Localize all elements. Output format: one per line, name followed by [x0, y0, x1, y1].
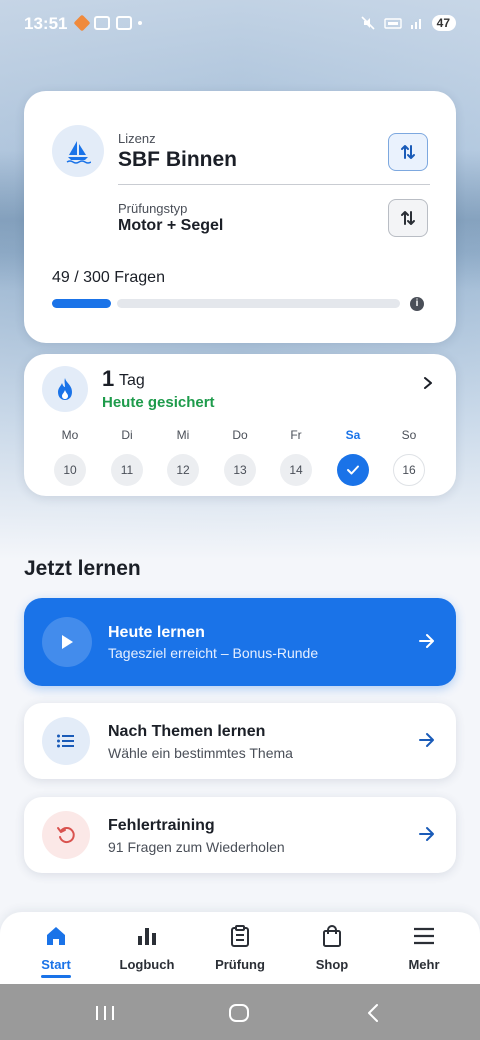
nav-shop[interactable]: Shop [292, 924, 372, 972]
box-notification-icon [94, 16, 110, 30]
day-circle-completed [337, 454, 369, 486]
progress-track [117, 299, 400, 308]
more-notifications-dot-icon [138, 21, 142, 25]
menu-icon [414, 927, 434, 945]
license-label: Lizenz [118, 131, 156, 146]
day-circle: 12 [167, 454, 199, 486]
arrow-right-icon [419, 634, 434, 648]
status-system-icons: 47 [360, 15, 456, 31]
list-icon [42, 717, 90, 765]
nav-start[interactable]: Start [16, 924, 96, 978]
progress-text: 49 / 300 Fragen [52, 269, 165, 286]
info-icon[interactable]: i [410, 297, 424, 311]
mistake-training-button[interactable]: Fehlertraining 91 Fragen zum Wiederholen [24, 797, 456, 873]
streak-count: 1 [102, 366, 115, 391]
battery-indicator: 47 [431, 15, 456, 31]
nav-pruefung-label: Prüfung [215, 957, 265, 972]
license-card: Lizenz SBF Binnen Prüfungstyp Motor + Se… [24, 91, 456, 343]
streak-card[interactable]: 1 Tag Heute gesichert Mo Di Mi Do Fr Sa … [24, 354, 456, 496]
wifi-icon [383, 18, 402, 29]
exam-type-value: Motor + Segel [118, 217, 224, 234]
weekday-label: Mo [61, 428, 79, 442]
nav-start-label: Start [41, 957, 71, 972]
arrow-right-icon [419, 827, 434, 841]
nav-logbuch[interactable]: Logbuch [107, 924, 187, 972]
play-icon [42, 617, 92, 667]
learn-today-subtitle: Tagesziel erreicht – Bonus-Runde [108, 645, 319, 661]
mistake-training-subtitle: 91 Fragen zum Wiederholen [108, 839, 285, 855]
bottom-navigation: Start Logbuch Prüfung Shop Mehr [0, 912, 480, 984]
system-navigation-bar [0, 984, 480, 1040]
progress-bar [52, 299, 400, 308]
shopping-bag-icon [323, 925, 341, 947]
chevron-right-icon [424, 377, 432, 389]
status-notification-icons [73, 14, 142, 32]
status-bar: 13:51 47 [0, 0, 480, 48]
weekday-label: Do [232, 428, 248, 442]
license-value: SBF Binnen [118, 148, 237, 171]
learn-by-topic-title: Nach Themen lernen [108, 723, 266, 740]
learn-today-button[interactable]: Heute lernen Tagesziel erreicht – Bonus-… [24, 598, 456, 686]
bar-chart-icon [138, 928, 156, 945]
weekday-label-today: Sa [345, 428, 361, 442]
arrow-right-icon [419, 733, 434, 747]
swap-vertical-icon [401, 211, 415, 225]
clipboard-icon [231, 925, 249, 947]
nav-mehr-label: Mehr [408, 957, 440, 972]
change-exam-type-button[interactable] [388, 199, 428, 237]
mistake-training-title: Fehlertraining [108, 817, 215, 834]
nav-logbuch-label: Logbuch [119, 957, 175, 972]
weekday-label: Mi [176, 428, 190, 442]
home-button-icon[interactable] [228, 1003, 250, 1023]
weekday-label: So [401, 428, 417, 442]
swap-vertical-icon [401, 145, 415, 159]
app-notification-icon [73, 14, 91, 32]
screenshot-notification-icon [116, 16, 132, 30]
day-circle: 11 [111, 454, 143, 486]
status-time: 13:51 [24, 14, 68, 33]
learn-by-topic-button[interactable]: Nach Themen lernen Wähle ein bestimmtes … [24, 703, 456, 779]
streak-unit: Tag [119, 372, 145, 389]
progress-fill [52, 299, 111, 308]
back-icon[interactable] [366, 1003, 380, 1023]
streak-status: Heute gesichert [102, 394, 215, 411]
learn-today-title: Heute lernen [108, 624, 205, 641]
day-circle: 10 [54, 454, 86, 486]
sailboat-icon [52, 125, 104, 177]
recent-apps-icon[interactable] [94, 1004, 116, 1022]
day-circle-upcoming: 16 [393, 454, 425, 486]
change-license-button[interactable] [388, 133, 428, 171]
signal-icon [410, 19, 421, 29]
nav-shop-label: Shop [315, 957, 349, 972]
home-icon [47, 927, 65, 945]
section-title: Jetzt lernen [24, 557, 141, 580]
retry-icon [42, 811, 90, 859]
nav-mehr[interactable]: Mehr [384, 924, 464, 972]
nav-pruefung[interactable]: Prüfung [200, 924, 280, 972]
mute-icon [361, 16, 375, 30]
weekday-label: Fr [290, 428, 302, 442]
learn-by-topic-subtitle: Wähle ein bestimmtes Thema [108, 745, 293, 761]
flame-icon [42, 366, 88, 412]
exam-type-label: Prüfungstyp [118, 201, 188, 216]
weekday-label: Di [121, 428, 133, 442]
day-circle: 14 [280, 454, 312, 486]
checkmark-icon [347, 465, 359, 475]
divider [118, 184, 430, 185]
day-circle: 13 [224, 454, 256, 486]
active-indicator [41, 975, 71, 978]
